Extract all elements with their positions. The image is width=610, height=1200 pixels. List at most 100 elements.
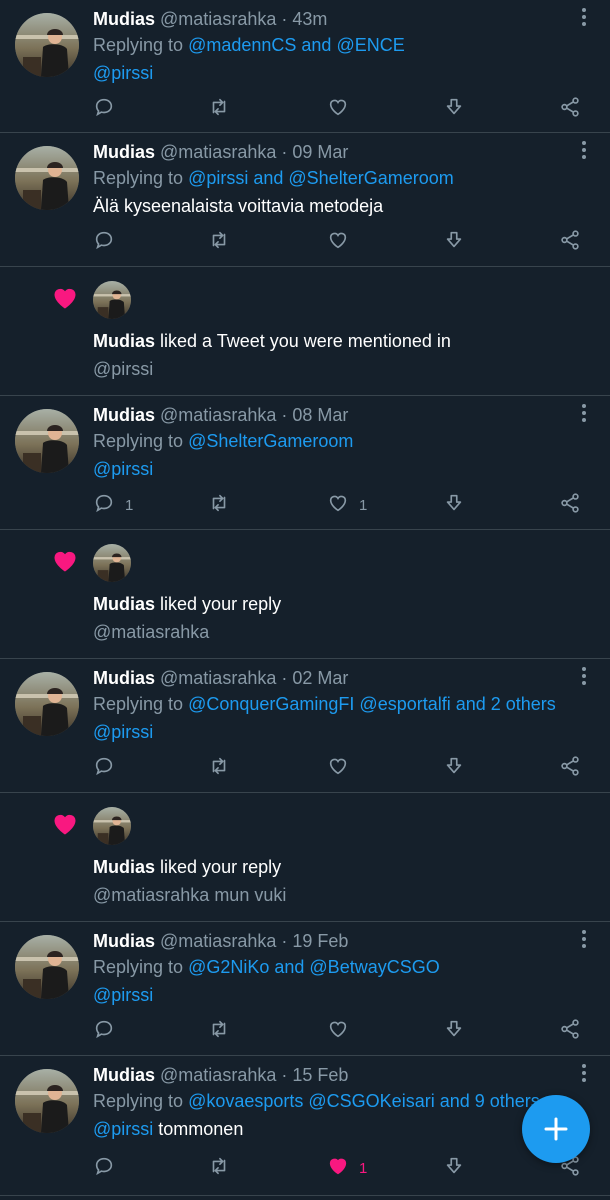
share-icon	[559, 1018, 581, 1044]
liked-tweet-preview[interactable]: @pirssi	[93, 357, 153, 381]
liker-name[interactable]: Mudias	[93, 331, 155, 351]
retweet-button[interactable]	[208, 95, 230, 123]
download-button[interactable]	[443, 1017, 465, 1045]
like-button[interactable]: 1	[327, 1154, 367, 1182]
avatar[interactable]	[15, 672, 79, 736]
replying-to-line: Replying to @G2NiKo and @BetwayCSGO	[93, 955, 440, 979]
tweet-item[interactable]: Mudias @matiasrahka · 02 Mar Replying to …	[0, 659, 610, 793]
reply-button[interactable]	[93, 95, 115, 123]
like-button[interactable]	[327, 754, 349, 782]
retweet-button[interactable]	[208, 1017, 230, 1045]
like-button[interactable]	[327, 1017, 349, 1045]
like-notification[interactable]: Mudias liked your reply @matiasrahka	[0, 530, 610, 659]
retweet-button[interactable]	[208, 491, 230, 519]
tweet-item[interactable]: Mudias @matiasrahka · 15 Feb Replying to …	[0, 1056, 610, 1196]
tweet-time: 43m	[292, 9, 328, 29]
download-button[interactable]	[443, 1154, 465, 1182]
retweet-button[interactable]	[208, 754, 230, 782]
more-options-button[interactable]	[574, 1063, 594, 1087]
download-button[interactable]	[443, 228, 465, 256]
tweet-item[interactable]: Mudias @matiasrahka · 19 Feb Replying to …	[0, 922, 610, 1056]
heart-icon	[327, 96, 349, 122]
mention-link[interactable]: @pirssi	[93, 722, 153, 742]
author-name[interactable]: Mudias	[93, 9, 155, 29]
like-notification[interactable]: Mudias liked your reply @matiasrahka mun …	[0, 793, 610, 922]
tweet-time: 08 Mar	[292, 405, 349, 425]
more-options-button[interactable]	[574, 7, 594, 31]
avatar[interactable]	[93, 544, 131, 582]
download-button[interactable]	[443, 95, 465, 123]
avatar[interactable]	[15, 146, 79, 210]
download-icon	[443, 492, 465, 518]
replying-to-mentions[interactable]: @madennCS and @ENCE	[188, 35, 405, 55]
replying-to-mentions[interactable]: @G2NiKo and @BetwayCSGO	[188, 957, 440, 977]
tweet-item[interactable]: Mudias @matiasrahka · 09 Mar Replying to …	[0, 133, 610, 267]
retweet-button[interactable]	[208, 1154, 230, 1182]
reply-count: 1	[125, 496, 134, 514]
download-button[interactable]	[443, 491, 465, 519]
retweet-icon	[208, 1018, 230, 1044]
share-button[interactable]	[559, 491, 581, 519]
avatar[interactable]	[15, 1069, 79, 1133]
share-button[interactable]	[559, 754, 581, 782]
more-options-button[interactable]	[574, 140, 594, 164]
replying-to-label: Replying to	[93, 957, 184, 977]
compose-tweet-button[interactable]	[522, 1095, 590, 1163]
author-handle: @matiasrahka	[160, 668, 277, 688]
like-count: 1	[359, 1159, 368, 1177]
reply-button[interactable]	[93, 1154, 115, 1182]
like-count: 1	[359, 496, 368, 514]
reply-icon	[93, 1155, 115, 1181]
author-name[interactable]: Mudias	[93, 142, 155, 162]
author-name[interactable]: Mudias	[93, 931, 155, 951]
tweet-item[interactable]: Mudias @matiasrahka · 43m Replying to @ma…	[0, 0, 610, 133]
avatar[interactable]	[93, 807, 131, 845]
more-options-button[interactable]	[574, 403, 594, 427]
avatar[interactable]	[15, 409, 79, 473]
mention-link[interactable]: @pirssi	[93, 985, 153, 1005]
tweet-header: Mudias @matiasrahka · 02 Mar	[93, 666, 348, 690]
tweet-header: Mudias @matiasrahka · 08 Mar	[93, 403, 348, 427]
like-button[interactable]: 1	[327, 491, 367, 519]
like-button[interactable]	[327, 228, 349, 256]
like-notification[interactable]: Mudias liked a Tweet you were mentioned …	[0, 267, 610, 396]
replying-to-label: Replying to	[93, 431, 184, 451]
liked-tweet-preview[interactable]: @matiasrahka mun vuki	[93, 883, 286, 907]
reply-button[interactable]	[93, 1017, 115, 1045]
replying-to-line: Replying to @pirssi and @ShelterGameroom	[93, 166, 454, 190]
tweet-item[interactable]: Mudias @matiasrahka · 08 Mar Replying to …	[0, 396, 610, 530]
replying-to-line: Replying to @ShelterGameroom	[93, 429, 353, 453]
avatar[interactable]	[15, 13, 79, 77]
replying-to-line: Replying to @madennCS and @ENCE	[93, 33, 405, 57]
replying-to-label: Replying to	[93, 1091, 184, 1111]
replying-to-mentions[interactable]: @kovaesports @CSGOKeisari and 9 others	[188, 1091, 540, 1111]
reply-button[interactable]	[93, 228, 115, 256]
tweet-time: 15 Feb	[292, 1065, 349, 1085]
liker-name[interactable]: Mudias	[93, 857, 155, 877]
avatar[interactable]	[93, 281, 131, 319]
replying-to-mentions[interactable]: @ShelterGameroom	[188, 431, 353, 451]
author-name[interactable]: Mudias	[93, 1065, 155, 1085]
reply-button[interactable]: 1	[93, 491, 133, 519]
author-name[interactable]: Mudias	[93, 668, 155, 688]
share-button[interactable]	[559, 228, 581, 256]
liked-tweet-preview[interactable]: @matiasrahka	[93, 620, 209, 644]
plus-icon	[544, 1117, 568, 1141]
mention-link[interactable]: @pirssi	[93, 459, 153, 479]
retweet-button[interactable]	[208, 228, 230, 256]
avatar[interactable]	[15, 935, 79, 999]
mention-link[interactable]: @pirssi	[93, 1119, 153, 1139]
author-handle: @matiasrahka	[160, 142, 277, 162]
more-options-button[interactable]	[574, 666, 594, 690]
more-options-button[interactable]	[574, 929, 594, 953]
share-button[interactable]	[559, 1017, 581, 1045]
liker-name[interactable]: Mudias	[93, 594, 155, 614]
author-name[interactable]: Mudias	[93, 405, 155, 425]
replying-to-mentions[interactable]: @ConquerGamingFI @esportalfi and 2 other…	[188, 694, 556, 714]
mention-link[interactable]: @pirssi	[93, 63, 153, 83]
reply-button[interactable]	[93, 754, 115, 782]
download-button[interactable]	[443, 754, 465, 782]
replying-to-mentions[interactable]: @pirssi and @ShelterGameroom	[188, 168, 454, 188]
share-button[interactable]	[559, 95, 581, 123]
like-button[interactable]	[327, 95, 349, 123]
